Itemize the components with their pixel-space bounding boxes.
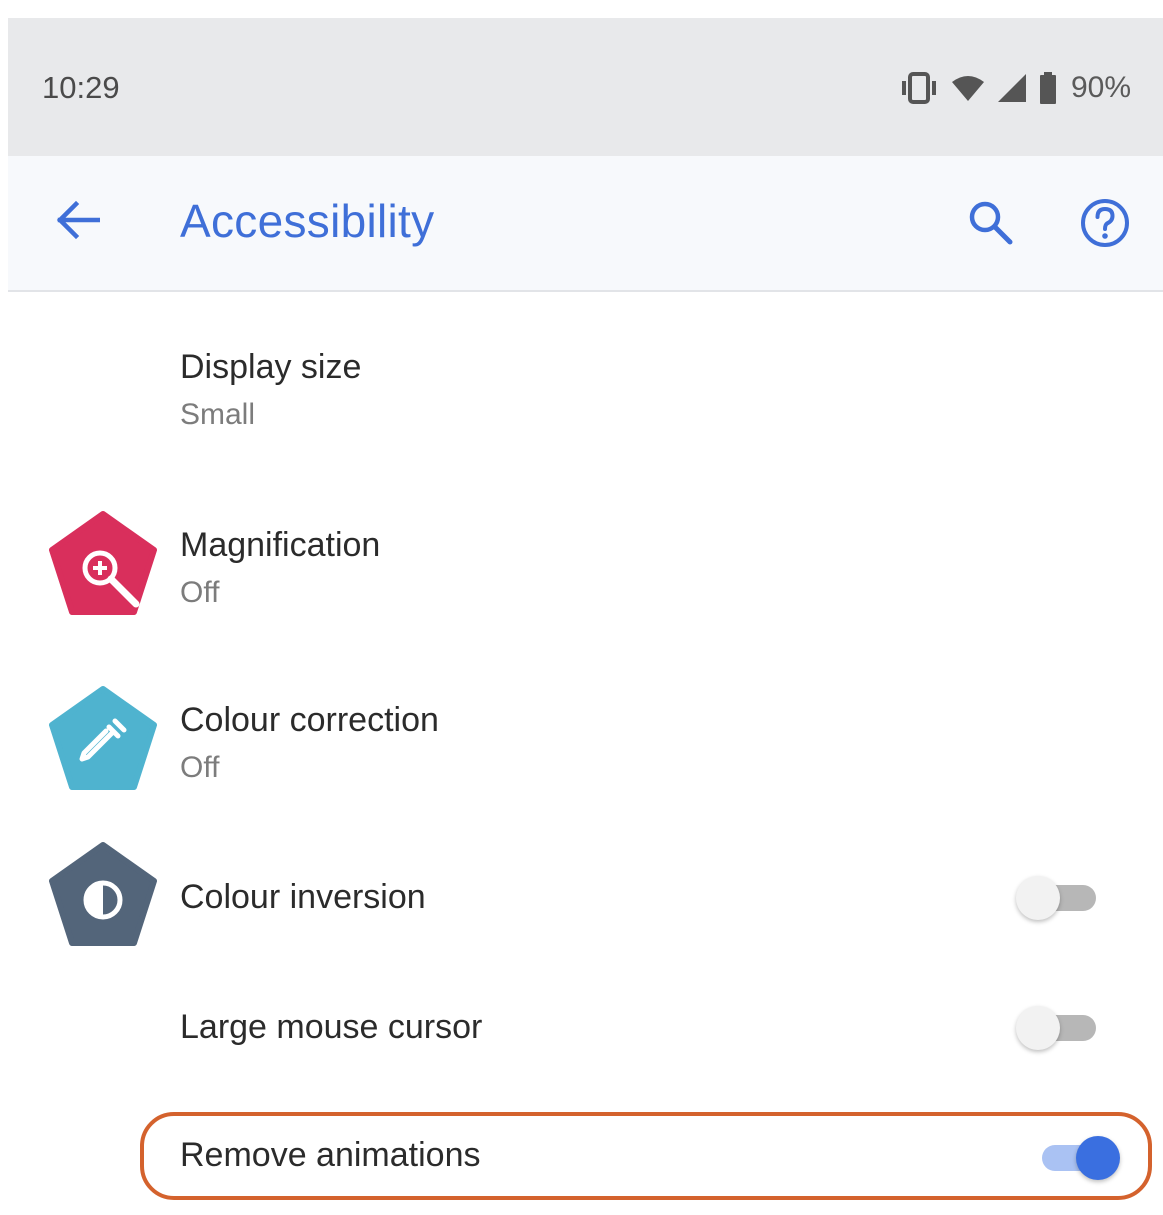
setting-title: Colour inversion: [180, 878, 426, 916]
setting-title: Magnification: [180, 526, 381, 564]
setting-summary: Small: [180, 398, 256, 431]
search-icon: [966, 198, 1014, 251]
setting-title: Display size: [180, 348, 362, 386]
setting-title: Remove animations: [180, 1136, 481, 1174]
signal-icon: [997, 73, 1027, 103]
setting-summary: Off: [180, 751, 220, 784]
setting-colour-inversion[interactable]: Colour inversion: [8, 838, 1163, 958]
status-icons: 90%: [899, 68, 1131, 108]
remove-animations-toggle[interactable]: [1032, 1128, 1120, 1184]
battery-percent: 90%: [1070, 71, 1131, 104]
setting-colour-correction[interactable]: Colour correction Off: [8, 671, 1163, 831]
colour-inversion-toggle[interactable]: [1014, 868, 1100, 924]
magnify-plus-icon: [49, 511, 157, 615]
toggle-thumb: [1016, 876, 1060, 920]
eyedropper-icon: [49, 686, 157, 790]
setting-magnification[interactable]: Magnification Off: [8, 496, 1163, 656]
setting-display-size[interactable]: Display size Small: [8, 318, 1163, 478]
large-mouse-cursor-toggle[interactable]: [1014, 998, 1100, 1054]
app-bar: Accessibility: [8, 156, 1163, 292]
status-time: 10:29: [42, 70, 120, 105]
arrow-back-icon: [54, 200, 101, 245]
phone-screen: 10:29 90% Accessibility Display size Sma…: [8, 18, 1163, 1215]
back-button[interactable]: [48, 196, 106, 248]
setting-remove-animations[interactable]: Remove animations: [8, 1112, 1163, 1200]
help-button[interactable]: [1076, 196, 1134, 254]
status-bar: 10:29 90%: [8, 18, 1163, 156]
contrast-icon: [49, 842, 157, 946]
battery-icon: [1039, 72, 1057, 104]
setting-title: Colour correction: [180, 701, 439, 739]
setting-large-mouse-cursor[interactable]: Large mouse cursor: [8, 978, 1163, 1078]
wifi-icon: [951, 73, 985, 103]
help-icon: [1079, 197, 1131, 254]
vibrate-icon: [899, 71, 939, 105]
setting-summary: Off: [180, 576, 220, 609]
toggle-thumb: [1016, 1006, 1060, 1050]
toggle-thumb: [1076, 1136, 1120, 1180]
search-button[interactable]: [962, 196, 1018, 252]
setting-title: Large mouse cursor: [180, 1008, 483, 1046]
page-title: Accessibility: [180, 195, 435, 247]
